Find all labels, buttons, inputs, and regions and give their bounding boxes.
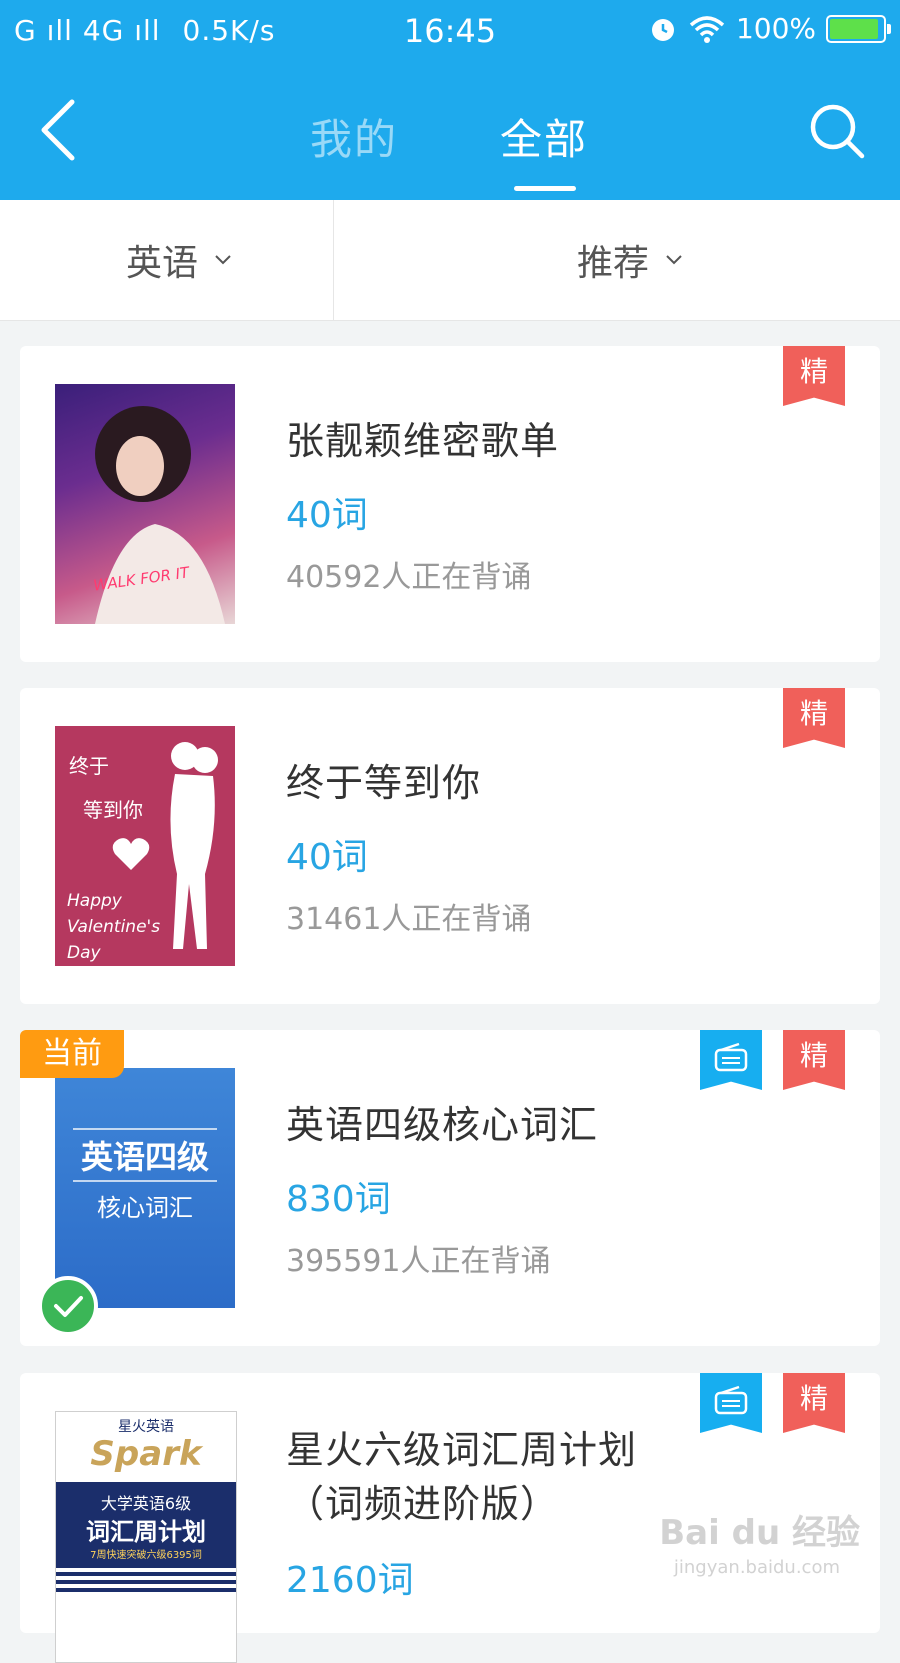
watermark-logo: Bai du 经验 bbox=[659, 1513, 860, 1553]
featured-badge: 精 bbox=[783, 1030, 845, 1090]
audio-badge bbox=[700, 1030, 762, 1090]
cover-title-bottom: Happy Valentine's Day bbox=[67, 891, 161, 963]
tab-mine[interactable]: 我的 bbox=[310, 106, 398, 167]
wordbook-cover: 英语四级 核心词汇 bbox=[55, 1068, 235, 1308]
cover-brand: Spark bbox=[90, 1434, 202, 1474]
wordbook-cover: 终于 等到你 Happy Valentine's Day bbox=[55, 726, 235, 966]
status-icons: 100% bbox=[648, 12, 891, 45]
learner-count: 395591人正在背诵 bbox=[286, 1244, 551, 1279]
tab-all[interactable]: 全部 bbox=[500, 106, 588, 167]
watermark-url: jingyan.baidu.com bbox=[673, 1557, 840, 1578]
sort-dropdown[interactable]: 推荐 bbox=[577, 234, 683, 286]
wordbook-card[interactable]: 终于 等到你 Happy Valentine's Day 终于等到你 40词 3… bbox=[20, 688, 880, 1004]
language-dropdown[interactable]: 英语 bbox=[126, 234, 232, 286]
word-count: 40词 bbox=[286, 837, 368, 878]
chevron-down-icon bbox=[666, 255, 682, 265]
featured-badge: 精 bbox=[783, 1373, 845, 1433]
learner-count: 40592人正在背诵 bbox=[286, 560, 532, 595]
selected-check-icon bbox=[38, 1276, 98, 1336]
current-tag: 当前 bbox=[20, 1030, 124, 1078]
wordbook-title: 星火六级词汇周计划（词频进阶版） bbox=[286, 1428, 638, 1526]
chevron-down-icon bbox=[215, 255, 231, 265]
alarm-icon bbox=[651, 18, 674, 41]
back-icon[interactable] bbox=[28, 94, 92, 166]
wifi-icon bbox=[689, 15, 725, 43]
wordbook-card[interactable]: 星火英语 Spark 大学英语6级 词汇周计划 7周快速突破六级6395词 星火… bbox=[20, 1373, 880, 1663]
cover-brand-cn: 星火英语 bbox=[118, 1419, 174, 1435]
wordbook-card[interactable]: WALK FOR IT 张靓颖维密歌单 40词 40592人正在背诵 精 bbox=[20, 346, 880, 662]
wordbook-title: 终于等到你 bbox=[286, 761, 482, 805]
cover-line-1: 大学英语6级 bbox=[100, 1494, 192, 1513]
featured-badge: 精 bbox=[783, 346, 845, 406]
radio-icon bbox=[714, 1385, 748, 1415]
word-count: 40词 bbox=[286, 495, 368, 536]
heart-icon bbox=[112, 838, 150, 870]
wordbook-cover: WALK FOR IT bbox=[55, 384, 235, 624]
cover-title-mid: 等到你 bbox=[83, 798, 143, 822]
wordbook-title: 张靓颖维密歌单 bbox=[286, 419, 560, 463]
word-count: 830词 bbox=[286, 1179, 391, 1220]
wordbook-title: 英语四级核心词汇 bbox=[286, 1103, 599, 1147]
nav-bar: 我的 全部 bbox=[0, 64, 900, 200]
wordbook-cover: 星火英语 Spark 大学英语6级 词汇周计划 7周快速突破六级6395词 bbox=[55, 1411, 237, 1663]
featured-badge: 精 bbox=[783, 688, 845, 748]
language-dropdown-label: 英语 bbox=[126, 243, 199, 284]
battery-percent: 100% bbox=[735, 12, 816, 45]
sort-dropdown-label: 推荐 bbox=[577, 243, 650, 284]
cover-line-3: 7周快速突破六级6395词 bbox=[90, 1550, 202, 1561]
filter-divider bbox=[333, 200, 334, 320]
cover-title-main: 英语四级 bbox=[80, 1138, 209, 1176]
battery-icon bbox=[826, 14, 891, 43]
cover-art bbox=[95, 406, 225, 624]
cover-title-sub: 核心词汇 bbox=[97, 1194, 193, 1222]
learner-count: 31461人正在背诵 bbox=[286, 902, 532, 937]
wordbook-card[interactable]: 当前 英语四级 核心词汇 英语四级核心词汇 830词 395591人正在背诵 精 bbox=[20, 1030, 880, 1346]
cover-title-top: 终于 bbox=[69, 754, 109, 778]
app-header: G ıll 4G ıll 0.5K/s 16:45 100% 我的 全部 bbox=[0, 0, 900, 200]
active-tab-indicator bbox=[514, 186, 576, 191]
status-bar: G ıll 4G ıll 0.5K/s 16:45 100% bbox=[0, 0, 900, 64]
audio-badge bbox=[700, 1373, 762, 1433]
word-count: 2160词 bbox=[286, 1560, 414, 1601]
search-icon[interactable] bbox=[806, 100, 870, 164]
filter-bar: 英语 推荐 bbox=[0, 200, 900, 321]
radio-icon bbox=[714, 1042, 748, 1072]
cover-line-2: 词汇周计划 bbox=[86, 1518, 206, 1546]
